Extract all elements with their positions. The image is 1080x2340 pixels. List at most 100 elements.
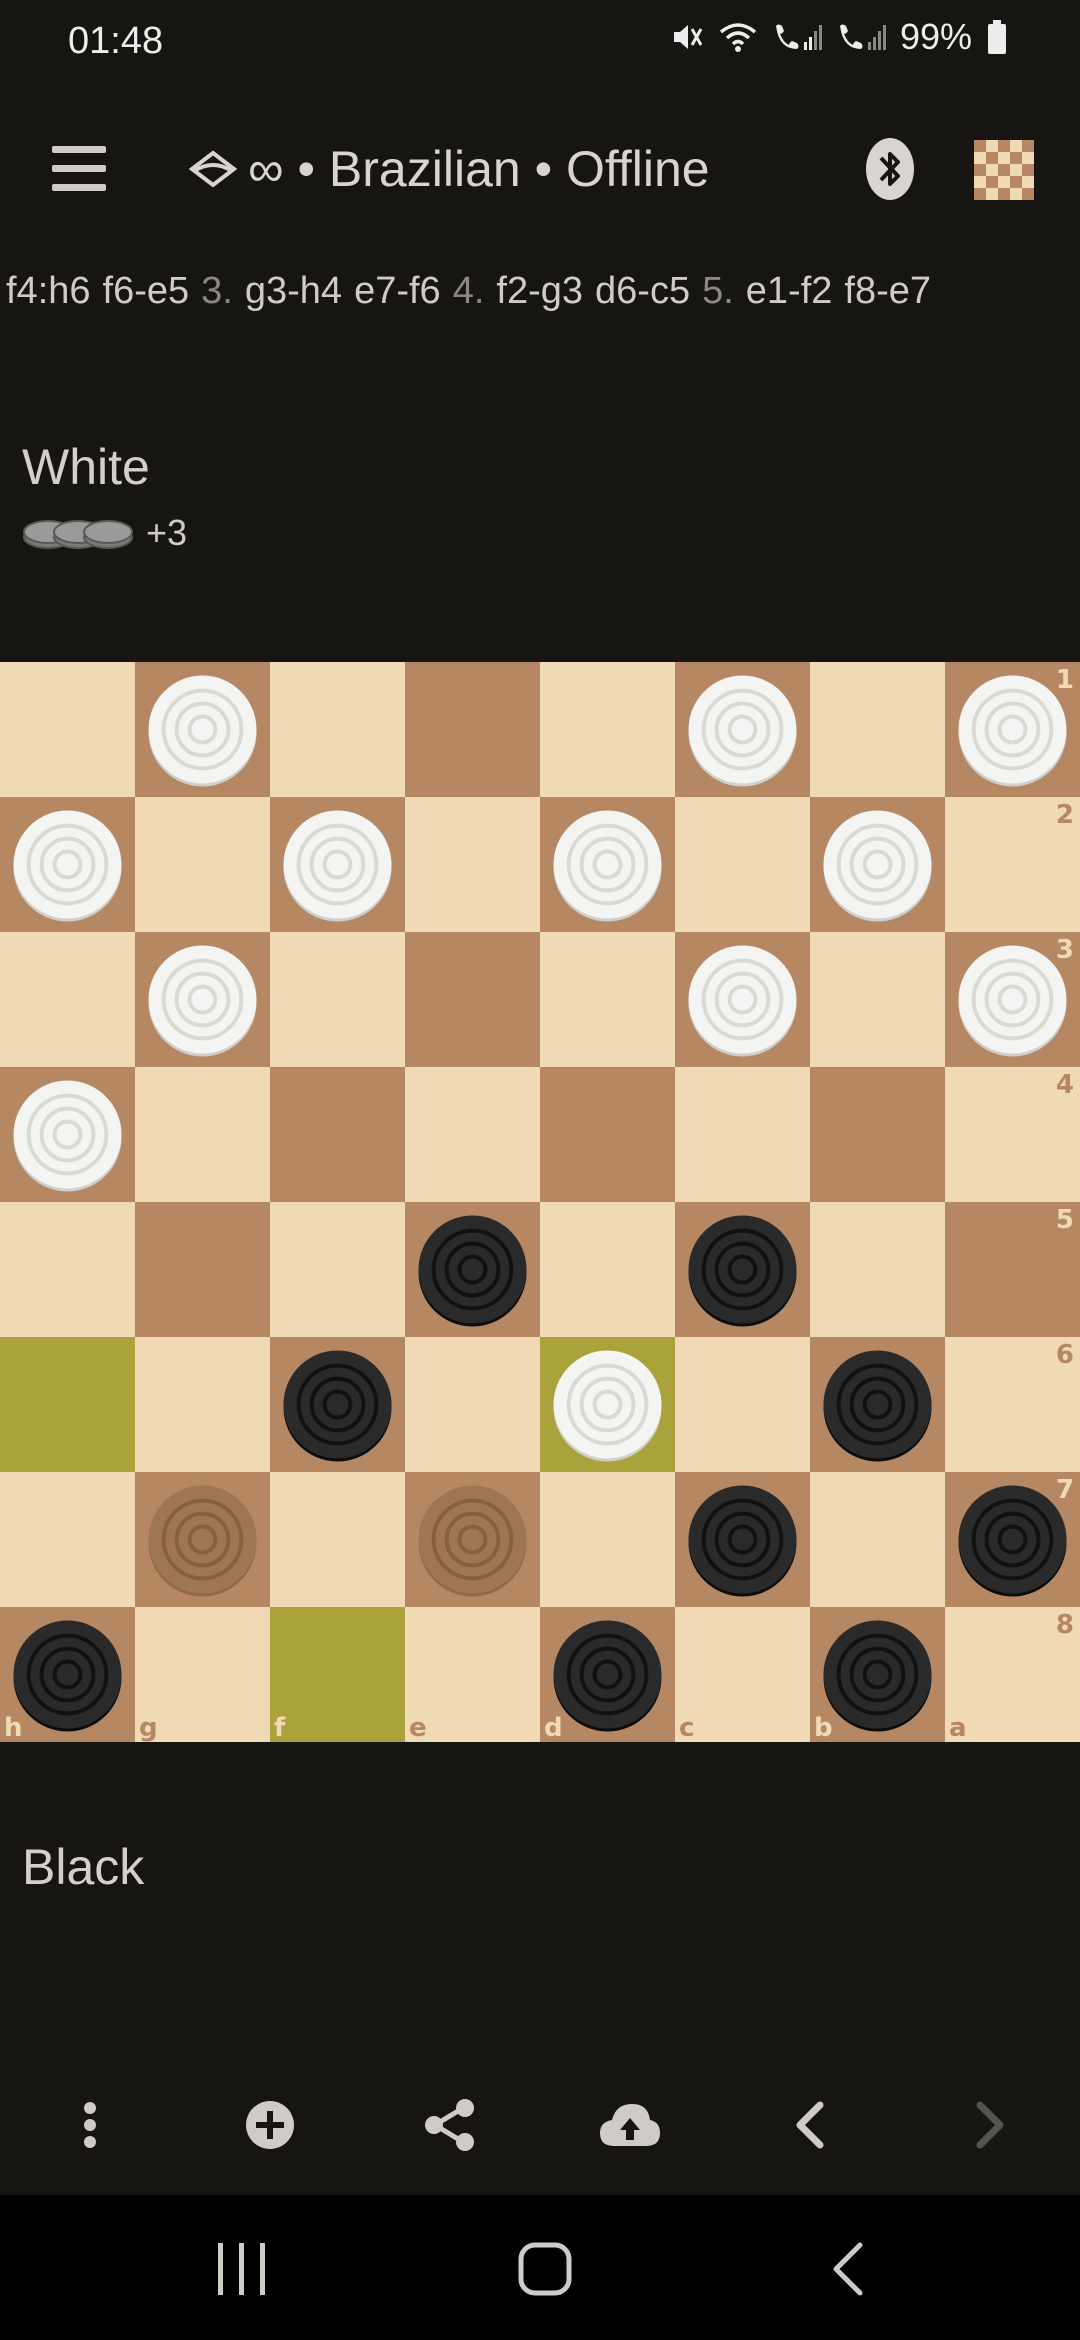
move-item[interactable]: f8-e7	[844, 270, 931, 312]
board-square[interactable]	[0, 662, 135, 797]
board-square[interactable]	[540, 1067, 675, 1202]
board-square[interactable]	[270, 1472, 405, 1607]
black-piece[interactable]	[13, 1620, 122, 1732]
board-square[interactable]	[135, 797, 270, 932]
white-piece[interactable]	[13, 1080, 122, 1192]
board-svg[interactable]: 1 2 3 4 5 6 7 8 h g f e d c b a	[0, 662, 1080, 1742]
board-square[interactable]	[270, 662, 405, 797]
new-game-button[interactable]	[235, 2092, 305, 2158]
recent-apps-icon	[218, 2243, 265, 2295]
board-square[interactable]	[270, 1067, 405, 1202]
board-square[interactable]	[0, 932, 135, 1067]
board-square[interactable]	[270, 1202, 405, 1337]
white-piece[interactable]	[823, 810, 932, 922]
bluetooth-button[interactable]	[864, 136, 916, 202]
back-icon	[833, 2242, 863, 2296]
white-piece[interactable]	[958, 945, 1067, 1057]
move-item[interactable]: f4:h6	[6, 270, 91, 312]
white-piece[interactable]	[283, 810, 392, 922]
share-button[interactable]	[415, 2092, 485, 2158]
mute-icon	[670, 20, 704, 54]
add-circle-icon	[246, 2101, 294, 2149]
rank-label: 4	[1056, 1070, 1074, 1100]
board-square[interactable]	[135, 1067, 270, 1202]
move-item[interactable]: f6-e5	[103, 270, 190, 312]
file-label: c	[679, 1713, 694, 1742]
white-piece[interactable]	[553, 810, 662, 922]
black-piece[interactable]	[823, 1620, 932, 1732]
board-square[interactable]	[540, 1472, 675, 1607]
share-icon	[425, 2099, 474, 2151]
white-piece[interactable]	[958, 675, 1067, 787]
checkers-board[interactable]: 1 2 3 4 5 6 7 8 h g f e d c b a	[0, 662, 1080, 1742]
move-item[interactable]: f2-g3	[496, 270, 583, 312]
file-label: f	[274, 1713, 286, 1742]
board-square[interactable]	[810, 1472, 945, 1607]
board-square[interactable]	[540, 932, 675, 1067]
more-options-button[interactable]	[55, 2092, 125, 2158]
previous-move-button[interactable]	[775, 2092, 845, 2158]
board-square[interactable]	[540, 1202, 675, 1337]
black-piece[interactable]	[283, 1350, 392, 1462]
board-square-highlighted[interactable]	[0, 1337, 135, 1472]
bluetooth-icon	[866, 138, 914, 200]
board-square[interactable]	[675, 797, 810, 932]
move-list[interactable]: f4:h6 f6-e5 3. g3-h4 e7-f6 4. f2-g3 d6-c5 5. e1-f…	[6, 270, 1080, 313]
home-button[interactable]	[505, 2229, 585, 2309]
board-square[interactable]	[810, 932, 945, 1067]
battery-percent: 99%	[899, 16, 972, 57]
home-icon	[518, 2242, 572, 2296]
black-piece[interactable]	[688, 1485, 797, 1597]
white-piece[interactable]	[688, 945, 797, 1057]
board-square[interactable]	[0, 1202, 135, 1337]
captured-piece-ghost	[148, 1485, 257, 1597]
white-piece[interactable]	[13, 810, 122, 922]
board-square[interactable]	[405, 662, 540, 797]
recent-apps-button[interactable]	[202, 2229, 282, 2309]
status-time: 01:48	[68, 20, 164, 62]
board-button[interactable]	[974, 140, 1034, 200]
board-square[interactable]	[405, 1337, 540, 1472]
white-piece[interactable]	[553, 1350, 662, 1462]
back-button[interactable]	[808, 2229, 888, 2309]
black-piece[interactable]	[823, 1350, 932, 1462]
move-number: 4.	[452, 270, 485, 312]
board-square[interactable]	[810, 662, 945, 797]
black-piece[interactable]	[553, 1620, 662, 1732]
black-piece[interactable]	[688, 1215, 797, 1327]
board-square[interactable]	[405, 932, 540, 1067]
next-move-button[interactable]	[955, 2092, 1025, 2158]
board-square[interactable]	[0, 1472, 135, 1607]
black-piece[interactable]	[958, 1485, 1067, 1597]
board-square[interactable]	[675, 1337, 810, 1472]
board-square[interactable]	[675, 1067, 810, 1202]
move-item[interactable]: g3-h4	[245, 270, 342, 312]
board-square[interactable]	[135, 1202, 270, 1337]
white-piece[interactable]	[148, 675, 257, 787]
move-item[interactable]: d6-c5	[595, 270, 690, 312]
move-item[interactable]: e1-f2	[746, 270, 833, 312]
rank-label: 8	[1056, 1610, 1074, 1640]
board-square[interactable]	[810, 1067, 945, 1202]
white-piece[interactable]	[148, 945, 257, 1057]
move-item[interactable]: e7-f6	[354, 270, 441, 312]
white-piece[interactable]	[688, 675, 797, 787]
signal-sim2-icon	[836, 20, 886, 54]
rank-label: 6	[1056, 1340, 1074, 1370]
black-piece[interactable]	[418, 1215, 527, 1327]
player-white-name: White	[22, 439, 150, 495]
board-square[interactable]	[405, 1067, 540, 1202]
menu-button[interactable]	[52, 144, 106, 194]
board-square[interactable]	[675, 1607, 810, 1742]
upload-button[interactable]	[595, 2092, 665, 2158]
menu-icon	[52, 146, 106, 191]
system-nav-bar	[0, 2195, 1080, 2340]
board-square[interactable]	[810, 1202, 945, 1337]
board-square[interactable]	[405, 797, 540, 932]
board-icon	[974, 140, 1034, 200]
board-square[interactable]	[270, 932, 405, 1067]
move-number: 5.	[702, 270, 734, 312]
board-square-highlighted[interactable]	[270, 1607, 405, 1742]
board-square[interactable]	[135, 1337, 270, 1472]
board-square[interactable]	[540, 662, 675, 797]
